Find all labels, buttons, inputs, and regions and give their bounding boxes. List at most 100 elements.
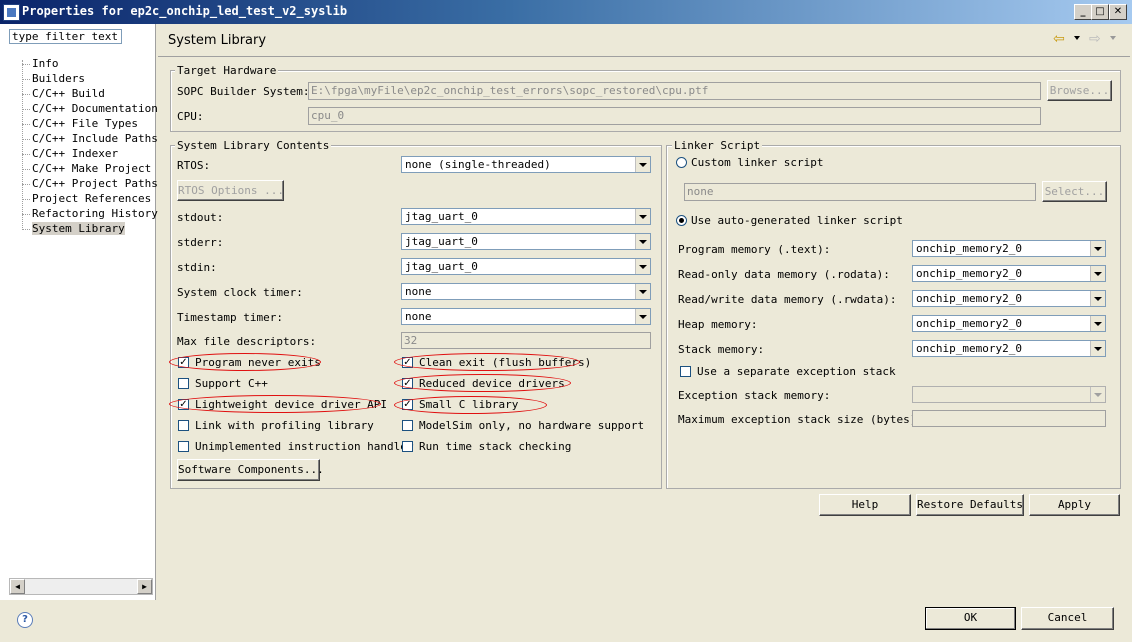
custom-linker-radio[interactable] xyxy=(676,157,687,168)
chevron-down-icon[interactable] xyxy=(1090,387,1105,402)
chevron-down-icon[interactable] xyxy=(1090,266,1105,281)
tree-item[interactable]: C/C++ File Types xyxy=(32,117,138,130)
tree-connector xyxy=(22,139,30,140)
chevron-down-icon[interactable] xyxy=(635,259,650,274)
rodata-select[interactable]: onchip_memory2_0 xyxy=(912,265,1106,282)
tree-item[interactable]: Info xyxy=(32,57,59,70)
exception-size-field[interactable] xyxy=(912,410,1106,427)
option-label: Unimplemented instruction handler xyxy=(195,440,414,453)
tree-item[interactable]: C/C++ Include Paths xyxy=(32,132,158,145)
heap-memory-select[interactable]: onchip_memory2_0 xyxy=(912,315,1106,332)
cpu-field[interactable]: cpu_0 xyxy=(308,107,1041,125)
tree-item[interactable]: Project References xyxy=(32,192,151,205)
tree-item[interactable]: C/C++ Make Project xyxy=(32,162,151,175)
chevron-down-icon[interactable] xyxy=(1090,341,1105,356)
option-checkbox[interactable] xyxy=(402,441,413,452)
exception-memory-select[interactable] xyxy=(912,386,1106,403)
exception-size-label: Maximum exception stack size (bytes): xyxy=(678,413,924,426)
page-title: System Library xyxy=(168,33,267,48)
software-components-button[interactable]: Software Components... xyxy=(177,459,324,481)
title-bar: Properties for ep2c_onchip_led_test_v2_s… xyxy=(0,0,1132,24)
rwdata-select[interactable]: onchip_memory2_0 xyxy=(912,290,1106,307)
select-button[interactable]: Select... xyxy=(1042,181,1107,202)
separate-exception-stack-label: Use a separate exception stack xyxy=(697,365,896,378)
tree-connector xyxy=(22,109,30,110)
tree-connector xyxy=(22,124,30,125)
timestamp-label: Timestamp timer: xyxy=(177,311,283,324)
help-icon[interactable]: ? xyxy=(17,612,33,628)
stdin-label: stdin: xyxy=(177,261,217,274)
back-arrow-icon[interactable]: ⇦ xyxy=(1053,31,1065,47)
tree-connector xyxy=(22,229,30,230)
cancel-button[interactable]: Cancel xyxy=(1021,607,1114,630)
stack-memory-select[interactable]: onchip_memory2_0 xyxy=(912,340,1106,357)
tree-item[interactable]: Refactoring History xyxy=(32,207,158,220)
chevron-down-icon[interactable] xyxy=(1090,291,1105,306)
chevron-down-icon[interactable] xyxy=(635,209,650,224)
rodata-label: Read-only data memory (.rodata): xyxy=(678,268,890,281)
tree-item[interactable]: C/C++ Project Paths xyxy=(32,177,158,190)
system-clock-select[interactable]: none xyxy=(401,283,651,300)
chevron-down-icon[interactable] xyxy=(635,284,650,299)
option-checkbox[interactable] xyxy=(178,420,189,431)
chevron-down-icon[interactable] xyxy=(635,309,650,324)
tree-connector xyxy=(22,79,30,80)
option-checkbox[interactable] xyxy=(178,378,189,389)
annotation-ellipse xyxy=(394,374,571,392)
program-memory-select[interactable]: onchip_memory2_0 xyxy=(912,240,1106,257)
sopc-field[interactable]: E:\fpga\myFile\ep2c_onchip_test_errors\s… xyxy=(308,82,1041,100)
auto-linker-radio[interactable] xyxy=(676,215,687,226)
max-fd-field[interactable]: 32 xyxy=(401,332,651,349)
stdin-select[interactable]: jtag_uart_0 xyxy=(401,258,651,275)
chevron-down-icon[interactable] xyxy=(1090,241,1105,256)
timestamp-value: none xyxy=(405,310,432,323)
tree-connector xyxy=(22,169,30,170)
stdout-select[interactable]: jtag_uart_0 xyxy=(401,208,651,225)
rtos-select[interactable]: none (single-threaded) xyxy=(401,156,651,173)
minimize-button[interactable]: _ xyxy=(1074,4,1092,20)
custom-linker-label: Custom linker script xyxy=(691,156,824,169)
apply-button[interactable]: Apply xyxy=(1029,494,1120,516)
header-divider xyxy=(158,56,1130,57)
system-clock-value: none xyxy=(405,285,432,298)
chevron-down-icon[interactable] xyxy=(1090,316,1105,331)
tree-horizontal-scrollbar[interactable]: ◀ ▶ xyxy=(9,578,153,595)
sopc-label: SOPC Builder System: xyxy=(177,85,310,98)
cpu-label: CPU: xyxy=(177,110,204,123)
window-title: Properties for ep2c_onchip_led_test_v2_s… xyxy=(22,4,348,18)
rodata-value: onchip_memory2_0 xyxy=(916,267,1022,280)
stdout-value: jtag_uart_0 xyxy=(405,210,478,223)
tree-item[interactable]: C/C++ Build xyxy=(32,87,105,100)
custom-linker-field[interactable]: none xyxy=(684,183,1036,201)
option-label: Link with profiling library xyxy=(195,419,374,432)
scroll-right-icon[interactable]: ▶ xyxy=(137,579,152,594)
tree-item[interactable]: C/C++ Documentation xyxy=(32,102,158,115)
maximize-button[interactable]: □ xyxy=(1091,4,1109,20)
stack-memory-value: onchip_memory2_0 xyxy=(916,342,1022,355)
rtos-options-button[interactable]: RTOS Options ... xyxy=(177,180,284,201)
program-memory-value: onchip_memory2_0 xyxy=(916,242,1022,255)
timestamp-select[interactable]: none xyxy=(401,308,651,325)
forward-arrow-icon[interactable]: ⇨ xyxy=(1089,31,1101,47)
filter-input[interactable] xyxy=(9,29,122,44)
separate-exception-stack-checkbox[interactable] xyxy=(680,366,691,377)
forward-menu-chevron-icon[interactable] xyxy=(1110,36,1116,40)
tree-connector xyxy=(22,94,30,95)
chevron-down-icon[interactable] xyxy=(635,234,650,249)
rwdata-value: onchip_memory2_0 xyxy=(916,292,1022,305)
back-menu-chevron-icon[interactable] xyxy=(1074,36,1080,40)
restore-defaults-button[interactable]: Restore Defaults xyxy=(916,494,1024,516)
scroll-left-icon[interactable]: ◀ xyxy=(10,579,25,594)
stderr-select[interactable]: jtag_uart_0 xyxy=(401,233,651,250)
tree-item[interactable]: System Library xyxy=(32,222,125,235)
option-checkbox[interactable] xyxy=(178,441,189,452)
ok-button[interactable]: OK xyxy=(925,607,1016,630)
close-button[interactable]: ✕ xyxy=(1109,4,1127,20)
help-button[interactable]: Help xyxy=(819,494,911,516)
tree-item[interactable]: C/C++ Indexer xyxy=(32,147,118,160)
tree-connector xyxy=(22,60,23,230)
option-checkbox[interactable] xyxy=(402,420,413,431)
browse-button[interactable]: Browse... xyxy=(1047,80,1112,101)
chevron-down-icon[interactable] xyxy=(635,157,650,172)
tree-item[interactable]: Builders xyxy=(32,72,85,85)
